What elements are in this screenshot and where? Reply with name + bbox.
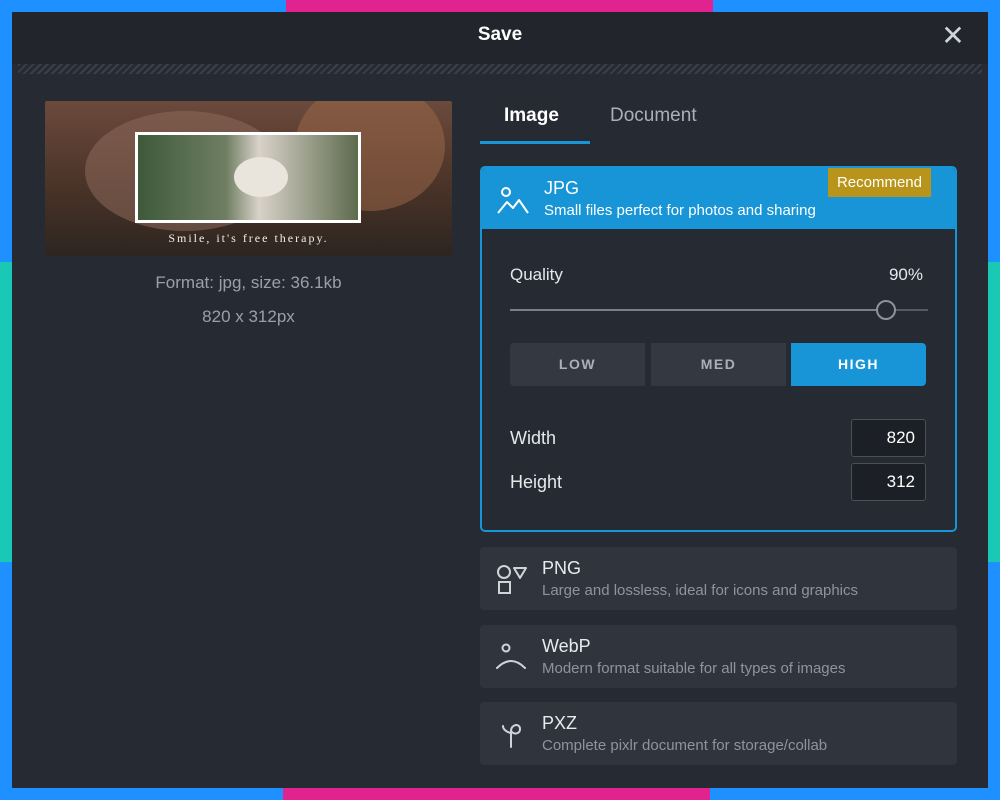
active-tab-indicator bbox=[480, 141, 590, 144]
dialog-title: Save bbox=[477, 24, 523, 45]
header-divider bbox=[18, 64, 982, 74]
save-dialog: Save ✕ Smile, it's free therapy. Format:… bbox=[12, 12, 988, 788]
format-name: PXZ bbox=[542, 713, 578, 733]
frame-border bbox=[0, 788, 283, 800]
format-description: Large and lossless, ideal for icons and … bbox=[542, 582, 859, 599]
format-option-png[interactable]: PNG Large and lossless, ideal for icons … bbox=[480, 547, 957, 610]
frame-border bbox=[0, 562, 12, 800]
recommend-badge: Recommend bbox=[827, 168, 931, 197]
height-input[interactable] bbox=[851, 463, 926, 501]
format-name: JPG bbox=[544, 178, 580, 198]
quality-slider[interactable] bbox=[510, 300, 928, 320]
format-option-jpg: JPG Small files perfect for photos and s… bbox=[480, 166, 957, 532]
slider-handle[interactable] bbox=[876, 300, 897, 320]
quality-low-button[interactable]: LOW bbox=[510, 343, 645, 386]
frame-border bbox=[988, 262, 1000, 562]
frame-border bbox=[283, 788, 710, 800]
frame-border bbox=[0, 0, 286, 12]
tab-image[interactable]: Image bbox=[504, 105, 559, 127]
close-button[interactable]: ✕ bbox=[938, 22, 968, 52]
format-name: PNG bbox=[542, 558, 582, 578]
tab-document[interactable]: Document bbox=[610, 105, 697, 127]
dimensions-info: 820 x 312px bbox=[202, 307, 295, 326]
frame-border bbox=[710, 788, 1000, 800]
quality-med-button[interactable]: MED bbox=[651, 343, 786, 386]
image-icon bbox=[497, 187, 529, 214]
quality-high-button[interactable]: HIGH bbox=[791, 343, 926, 386]
frame-border bbox=[988, 0, 1000, 262]
frame-border bbox=[713, 0, 1000, 12]
preview-caption: Smile, it's free therapy. bbox=[168, 231, 329, 245]
format-description: Modern format suitable for all types of … bbox=[542, 660, 846, 677]
format-option-webp[interactable]: WebP Modern format suitable for all type… bbox=[480, 625, 957, 688]
frame-border bbox=[286, 0, 713, 12]
webp-icon bbox=[496, 643, 526, 669]
dialog-header: Save ✕ bbox=[12, 12, 988, 64]
quality-value: 90% bbox=[888, 265, 923, 284]
file-info: Format: jpg, size: 36.1kb bbox=[155, 273, 342, 292]
quality-label: Quality bbox=[510, 265, 563, 284]
frame-border bbox=[988, 562, 1000, 800]
format-description: Small files perfect for photos and shari… bbox=[544, 202, 816, 219]
jpg-option-header[interactable]: JPG Small files perfect for photos and s… bbox=[482, 168, 955, 229]
frame-border bbox=[0, 262, 12, 562]
format-name: WebP bbox=[542, 636, 591, 656]
format-option-pxz[interactable]: PXZ Complete pixlr document for storage/… bbox=[480, 702, 957, 765]
close-icon: ✕ bbox=[941, 20, 965, 51]
pixlr-icon bbox=[502, 724, 522, 748]
width-label: Width bbox=[510, 428, 557, 448]
format-description: Complete pixlr document for storage/coll… bbox=[542, 737, 828, 754]
shapes-icon bbox=[497, 565, 527, 594]
slider-fill bbox=[510, 309, 887, 311]
height-label: Height bbox=[510, 472, 563, 492]
width-input[interactable] bbox=[851, 419, 926, 457]
frame-border bbox=[0, 0, 12, 262]
preview-frame bbox=[135, 132, 361, 223]
image-preview: Smile, it's free therapy. bbox=[45, 101, 452, 256]
